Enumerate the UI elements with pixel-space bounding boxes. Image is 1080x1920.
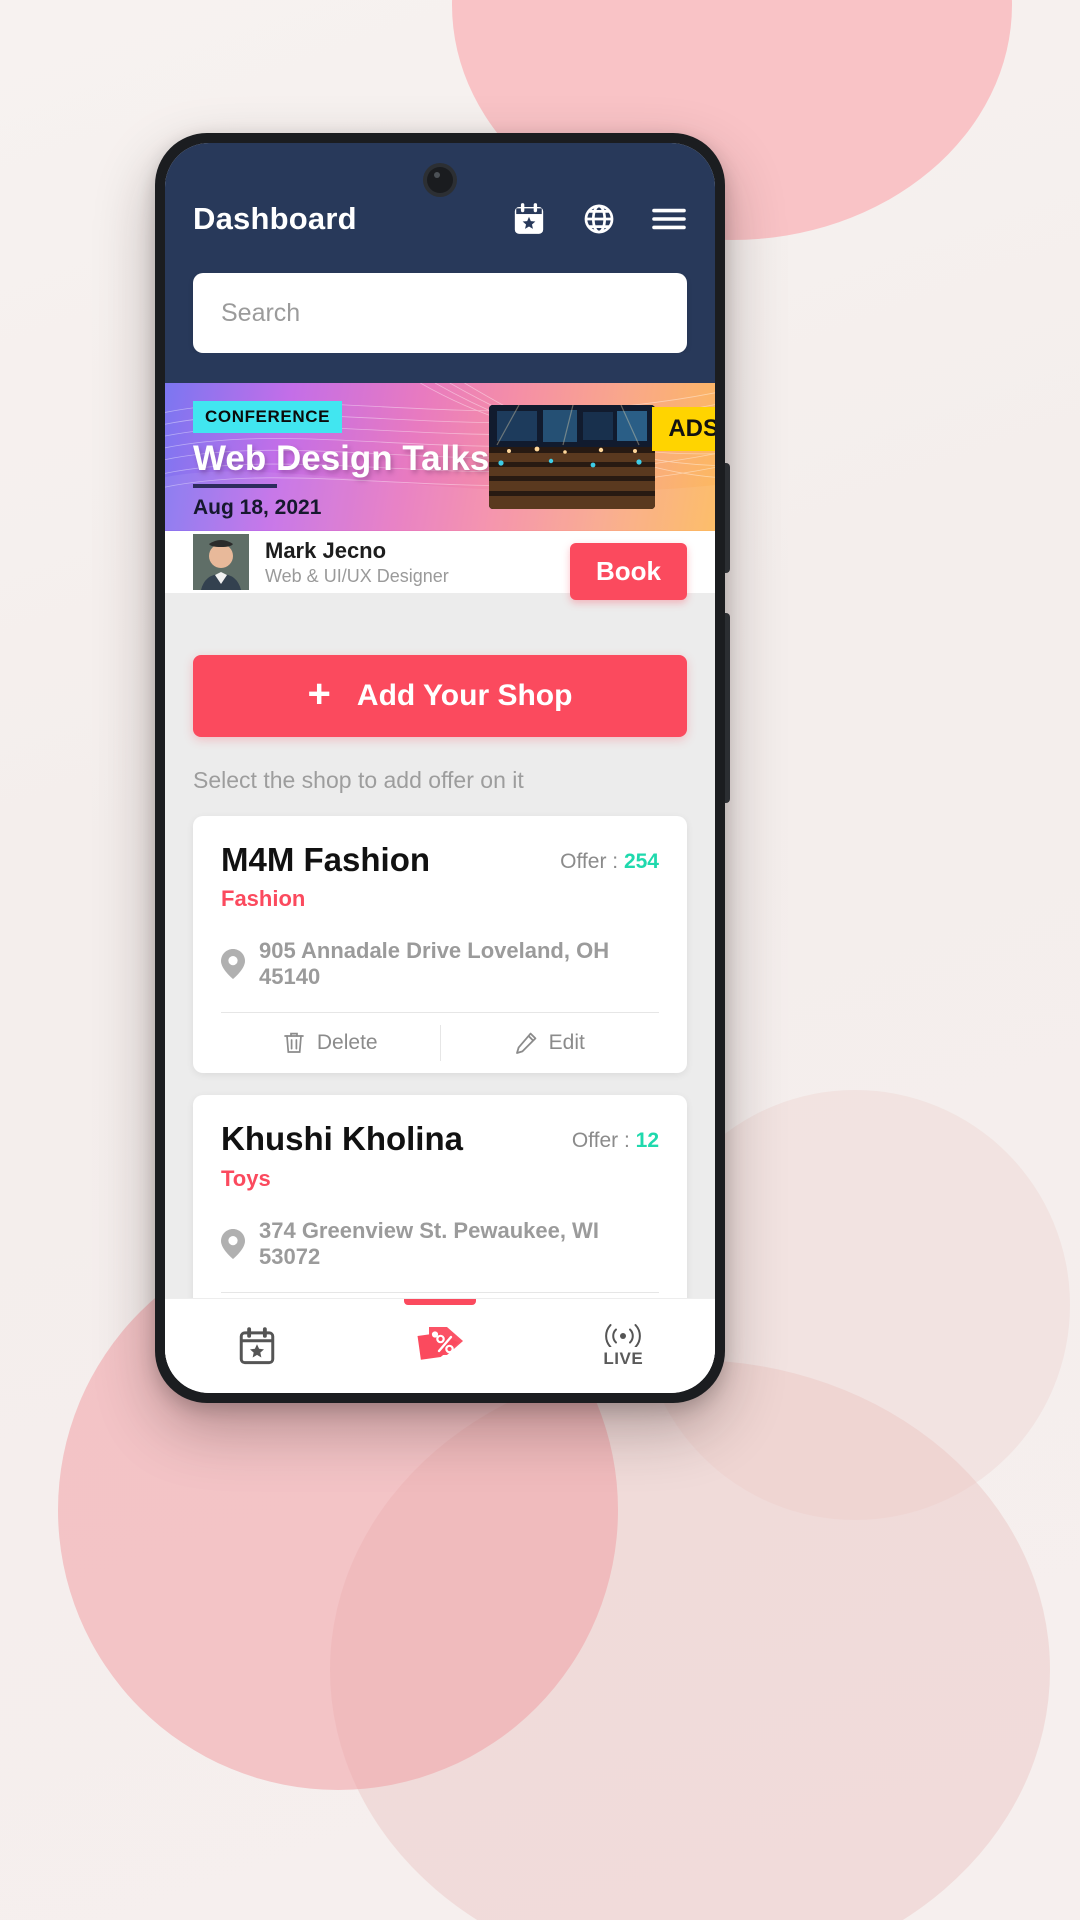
globe-icon[interactable] xyxy=(581,201,617,237)
trash-icon xyxy=(284,1033,304,1054)
plus-icon: + xyxy=(307,672,331,716)
speaker-name: Mark Jecno xyxy=(265,538,387,563)
shop-address-text: 374 Greenview St. Pewaukee, WI 53072 xyxy=(259,1217,599,1269)
shop-card-titles: Khushi Kholina Toys xyxy=(221,1120,463,1191)
offer-value: 254 xyxy=(623,850,659,873)
conference-badge: CONFERENCE xyxy=(193,401,343,433)
offer-count: Offer : 12 xyxy=(572,1129,659,1153)
offer-tag-percent-icon xyxy=(417,1327,463,1360)
live-broadcast-icon: LIVE xyxy=(601,1323,645,1369)
add-shop-button[interactable]: + Add Your Shop xyxy=(193,655,687,737)
venue-photo xyxy=(489,405,655,509)
edit-button[interactable]: Edit xyxy=(441,1013,660,1073)
page-title: Dashboard xyxy=(193,201,357,236)
speaker-row: Mark Jecno Web & UI/UX Designer Book xyxy=(165,531,715,600)
live-label: LIVE xyxy=(603,1349,644,1368)
banner-divider xyxy=(193,483,277,488)
speaker-role: Web & UI/UX Designer xyxy=(265,565,449,586)
phone-frame: Dashboard Search CONFERENCE Web Design T… xyxy=(155,133,730,1403)
speaker-info: Mark Jecno Web & UI/UX Designer xyxy=(265,537,449,587)
avatar xyxy=(193,534,249,590)
shop-address: 374 Greenview St. Pewaukee, WI 53072 xyxy=(221,1218,659,1270)
front-camera xyxy=(427,167,453,193)
shop-card-titles: M4M Fashion Fashion xyxy=(221,841,431,912)
shop-card-header: Khushi Kholina Toys Offer : 12 xyxy=(221,1120,659,1191)
add-shop-label: Add Your Shop xyxy=(356,679,573,712)
banner-text-block: CONFERENCE Web Design Talks Aug 18, 2021 xyxy=(193,401,489,520)
edit-label: Edit xyxy=(548,1031,585,1055)
header-icon-group xyxy=(511,201,687,237)
offer-count: Offer : 254 xyxy=(560,850,659,874)
nav-events[interactable] xyxy=(165,1299,348,1393)
offer-label: Offer : xyxy=(560,850,624,873)
calendar-star-icon[interactable] xyxy=(511,201,547,237)
book-button[interactable]: Book xyxy=(570,543,687,600)
shop-category: Toys xyxy=(221,1165,271,1191)
shop-category: Fashion xyxy=(221,886,306,912)
shop-card[interactable]: M4M Fashion Fashion Offer : 254 905 Anna… xyxy=(193,816,687,1074)
offer-label: Offer : xyxy=(571,1129,636,1153)
location-pin-icon xyxy=(221,1228,245,1259)
hamburger-menu-icon[interactable] xyxy=(651,201,687,237)
shop-card-actions: Delete Edit xyxy=(221,1012,659,1073)
phone-screen: Dashboard Search CONFERENCE Web Design T… xyxy=(165,143,715,1393)
offer-value: 12 xyxy=(635,1129,659,1153)
search-bar[interactable] xyxy=(193,273,687,353)
header-row: Dashboard xyxy=(193,191,687,247)
nav-live[interactable]: LIVE xyxy=(532,1299,715,1393)
location-pin-icon xyxy=(221,949,245,980)
header-spacer xyxy=(165,353,715,383)
delete-label: Delete xyxy=(316,1031,378,1055)
nav-offers[interactable] xyxy=(348,1299,531,1393)
shop-name: Khushi Kholina xyxy=(221,1120,463,1158)
shop-address-text: 905 Annadale Drive Loveland, OH 45140 xyxy=(259,938,610,990)
shop-name: M4M Fashion xyxy=(221,841,431,878)
delete-button[interactable]: Delete xyxy=(221,1013,440,1073)
bottom-navigation: LIVE xyxy=(165,1298,715,1393)
pencil-icon xyxy=(515,1032,536,1055)
promo-banner[interactable]: CONFERENCE Web Design Talks Aug 18, 2021 xyxy=(165,383,715,531)
calendar-star-icon xyxy=(239,1327,274,1365)
banner-title: Web Design Talks xyxy=(193,439,490,478)
shop-address: 905 Annadale Drive Loveland, OH 45140 xyxy=(221,938,659,990)
main-content: + Add Your Shop Select the shop to add o… xyxy=(165,593,715,1388)
banner-date: Aug 18, 2021 xyxy=(193,495,322,519)
section-hint: Select the shop to add offer on it xyxy=(193,767,524,793)
ads-badge: ADS xyxy=(652,407,715,451)
search-input[interactable] xyxy=(219,297,661,329)
shop-card-header: M4M Fashion Fashion Offer : 254 xyxy=(221,841,659,912)
